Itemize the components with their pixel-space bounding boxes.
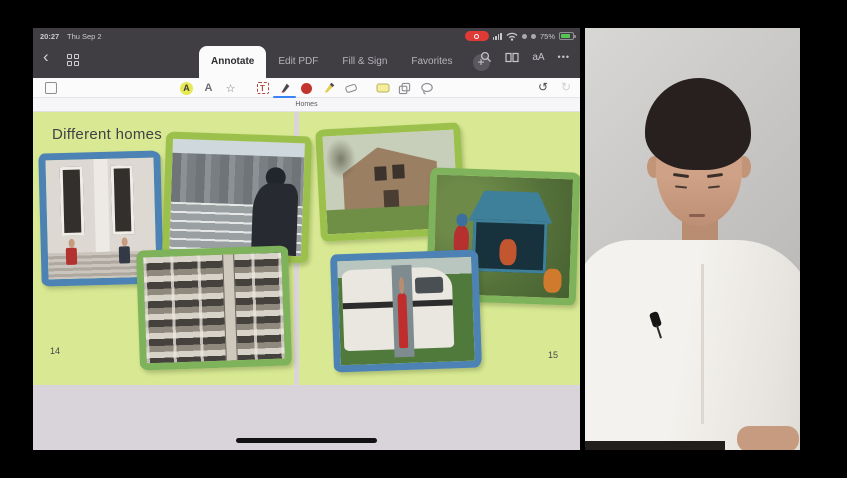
pdf-canvas[interactable]: Different homes 14 15 (33, 112, 580, 450)
text-tool[interactable]: A (201, 80, 216, 96)
page-number-left: 14 (50, 346, 60, 356)
tab-edit-pdf[interactable]: Edit PDF (266, 46, 330, 78)
home-indicator[interactable] (236, 438, 377, 443)
back-button[interactable]: ‹ (43, 47, 49, 67)
battery-percent: 75% (540, 32, 555, 41)
note-tool[interactable] (375, 80, 390, 96)
presenter-hair (645, 78, 751, 170)
tab-fill-sign[interactable]: Fill & Sign (330, 46, 399, 78)
thumbnails-grid-icon[interactable] (67, 54, 79, 66)
photo-apartment-block (136, 245, 292, 370)
battery-icon (559, 32, 574, 40)
search-icon[interactable] (480, 51, 492, 63)
highlighter-tool[interactable] (321, 80, 336, 96)
call-icon (531, 34, 536, 39)
document-mode-tabs: Annotate Edit PDF Fill & Sign Favorites … (199, 46, 490, 78)
lasso-icon (420, 82, 434, 95)
screen-recording-icon[interactable] (465, 31, 489, 41)
annotation-toolbar: A A ☆ T (33, 78, 580, 98)
clock: 20:27 (40, 32, 59, 41)
status-icons: 75% (465, 31, 574, 41)
eraser-tool[interactable] (343, 80, 358, 96)
duplicate-tool[interactable] (397, 80, 412, 96)
nav-row: ‹ Annotate Edit PDF Fill & Sign Favorite… (33, 43, 580, 78)
tab-favorites[interactable]: Favorites (399, 46, 464, 78)
pen-tool[interactable] (277, 80, 292, 96)
cellular-signal-icon (493, 32, 502, 40)
duplicate-icon (398, 82, 411, 95)
webcam-panel (585, 28, 800, 450)
highlight-text-tool[interactable]: A (179, 80, 194, 96)
ipad-screen: 20:27 Thu Sep 2 75% ‹ (33, 28, 580, 450)
page-number-right: 15 (548, 350, 558, 360)
date: Thu Sep 2 (67, 32, 102, 41)
document-tab-title[interactable]: Homes (295, 101, 317, 108)
document-tab-bar: Homes (33, 98, 580, 112)
select-tool-icon[interactable] (45, 82, 57, 94)
annotation-tools: A A ☆ T (179, 78, 434, 98)
presenter-hand (737, 426, 799, 450)
photo-caravan (330, 249, 482, 372)
favorite-tool-icon[interactable]: ☆ (223, 80, 238, 96)
text-settings-icon[interactable]: aA (532, 52, 544, 63)
reading-view-icon[interactable] (505, 52, 519, 63)
top-toolbar: 20:27 Thu Sep 2 75% ‹ (33, 28, 580, 78)
photo-city-window (162, 131, 312, 263)
eraser-icon (344, 82, 358, 94)
video-frame: 20:27 Thu Sep 2 75% ‹ (0, 0, 847, 478)
status-bar: 20:27 Thu Sep 2 75% (33, 28, 580, 43)
tab-annotate[interactable]: Annotate (199, 46, 266, 78)
text-box-tool[interactable]: T (255, 80, 270, 96)
more-menu-icon[interactable]: ••• (558, 52, 570, 62)
highlighter-icon (322, 81, 336, 95)
undo-button[interactable]: ↺ (538, 80, 548, 94)
pen-icon (278, 81, 292, 95)
presenter-shirt (585, 240, 800, 450)
redo-button[interactable]: ↻ (561, 80, 571, 94)
page-title: Different homes (52, 126, 162, 143)
lasso-tool[interactable] (419, 80, 434, 96)
nav-right-icons: aA ••• (480, 51, 570, 63)
desk-edge (585, 441, 725, 450)
color-swatch[interactable] (299, 80, 314, 96)
wifi-icon (506, 32, 518, 41)
note-icon (376, 83, 390, 94)
orientation-lock-icon (522, 34, 527, 39)
